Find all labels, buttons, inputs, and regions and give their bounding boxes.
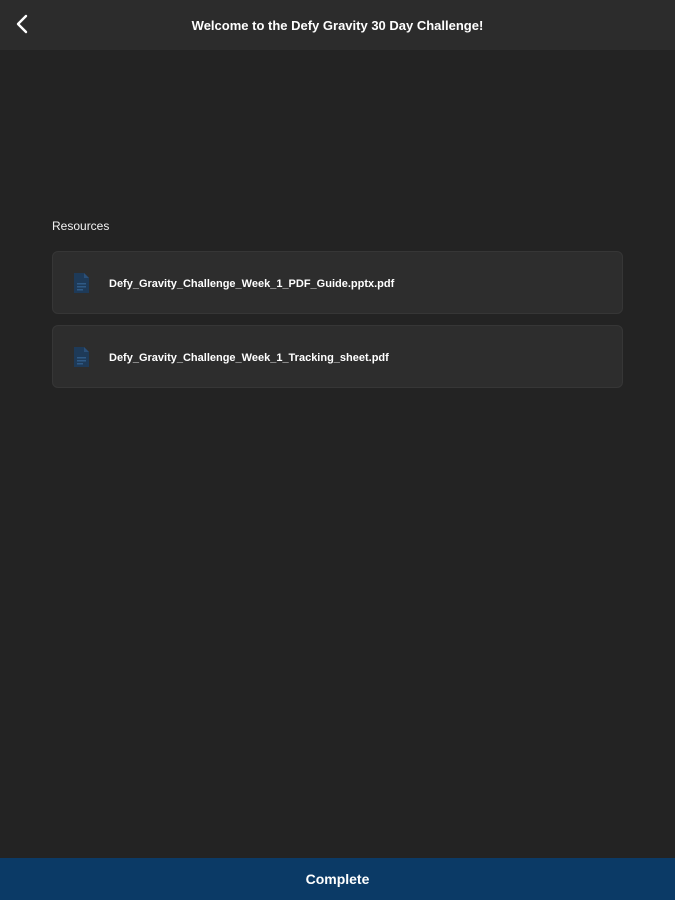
chevron-left-icon	[16, 14, 28, 34]
document-icon	[74, 347, 89, 367]
resource-file-name: Defy_Gravity_Challenge_Week_1_Tracking_s…	[109, 352, 389, 364]
document-icon	[74, 273, 89, 293]
page-title: Welcome to the Defy Gravity 30 Day Chall…	[191, 18, 484, 33]
top-app-bar: Welcome to the Defy Gravity 30 Day Chall…	[0, 0, 675, 50]
complete-button[interactable]: Complete	[0, 858, 675, 900]
complete-button-label: Complete	[305, 871, 370, 887]
resources-heading: Resources	[52, 219, 110, 233]
resource-item-pdf-guide[interactable]: Defy_Gravity_Challenge_Week_1_PDF_Guide.…	[52, 251, 623, 314]
resource-file-name: Defy_Gravity_Challenge_Week_1_PDF_Guide.…	[109, 278, 395, 290]
resource-item-tracking-sheet[interactable]: Defy_Gravity_Challenge_Week_1_Tracking_s…	[52, 325, 623, 388]
back-button[interactable]	[8, 9, 36, 39]
